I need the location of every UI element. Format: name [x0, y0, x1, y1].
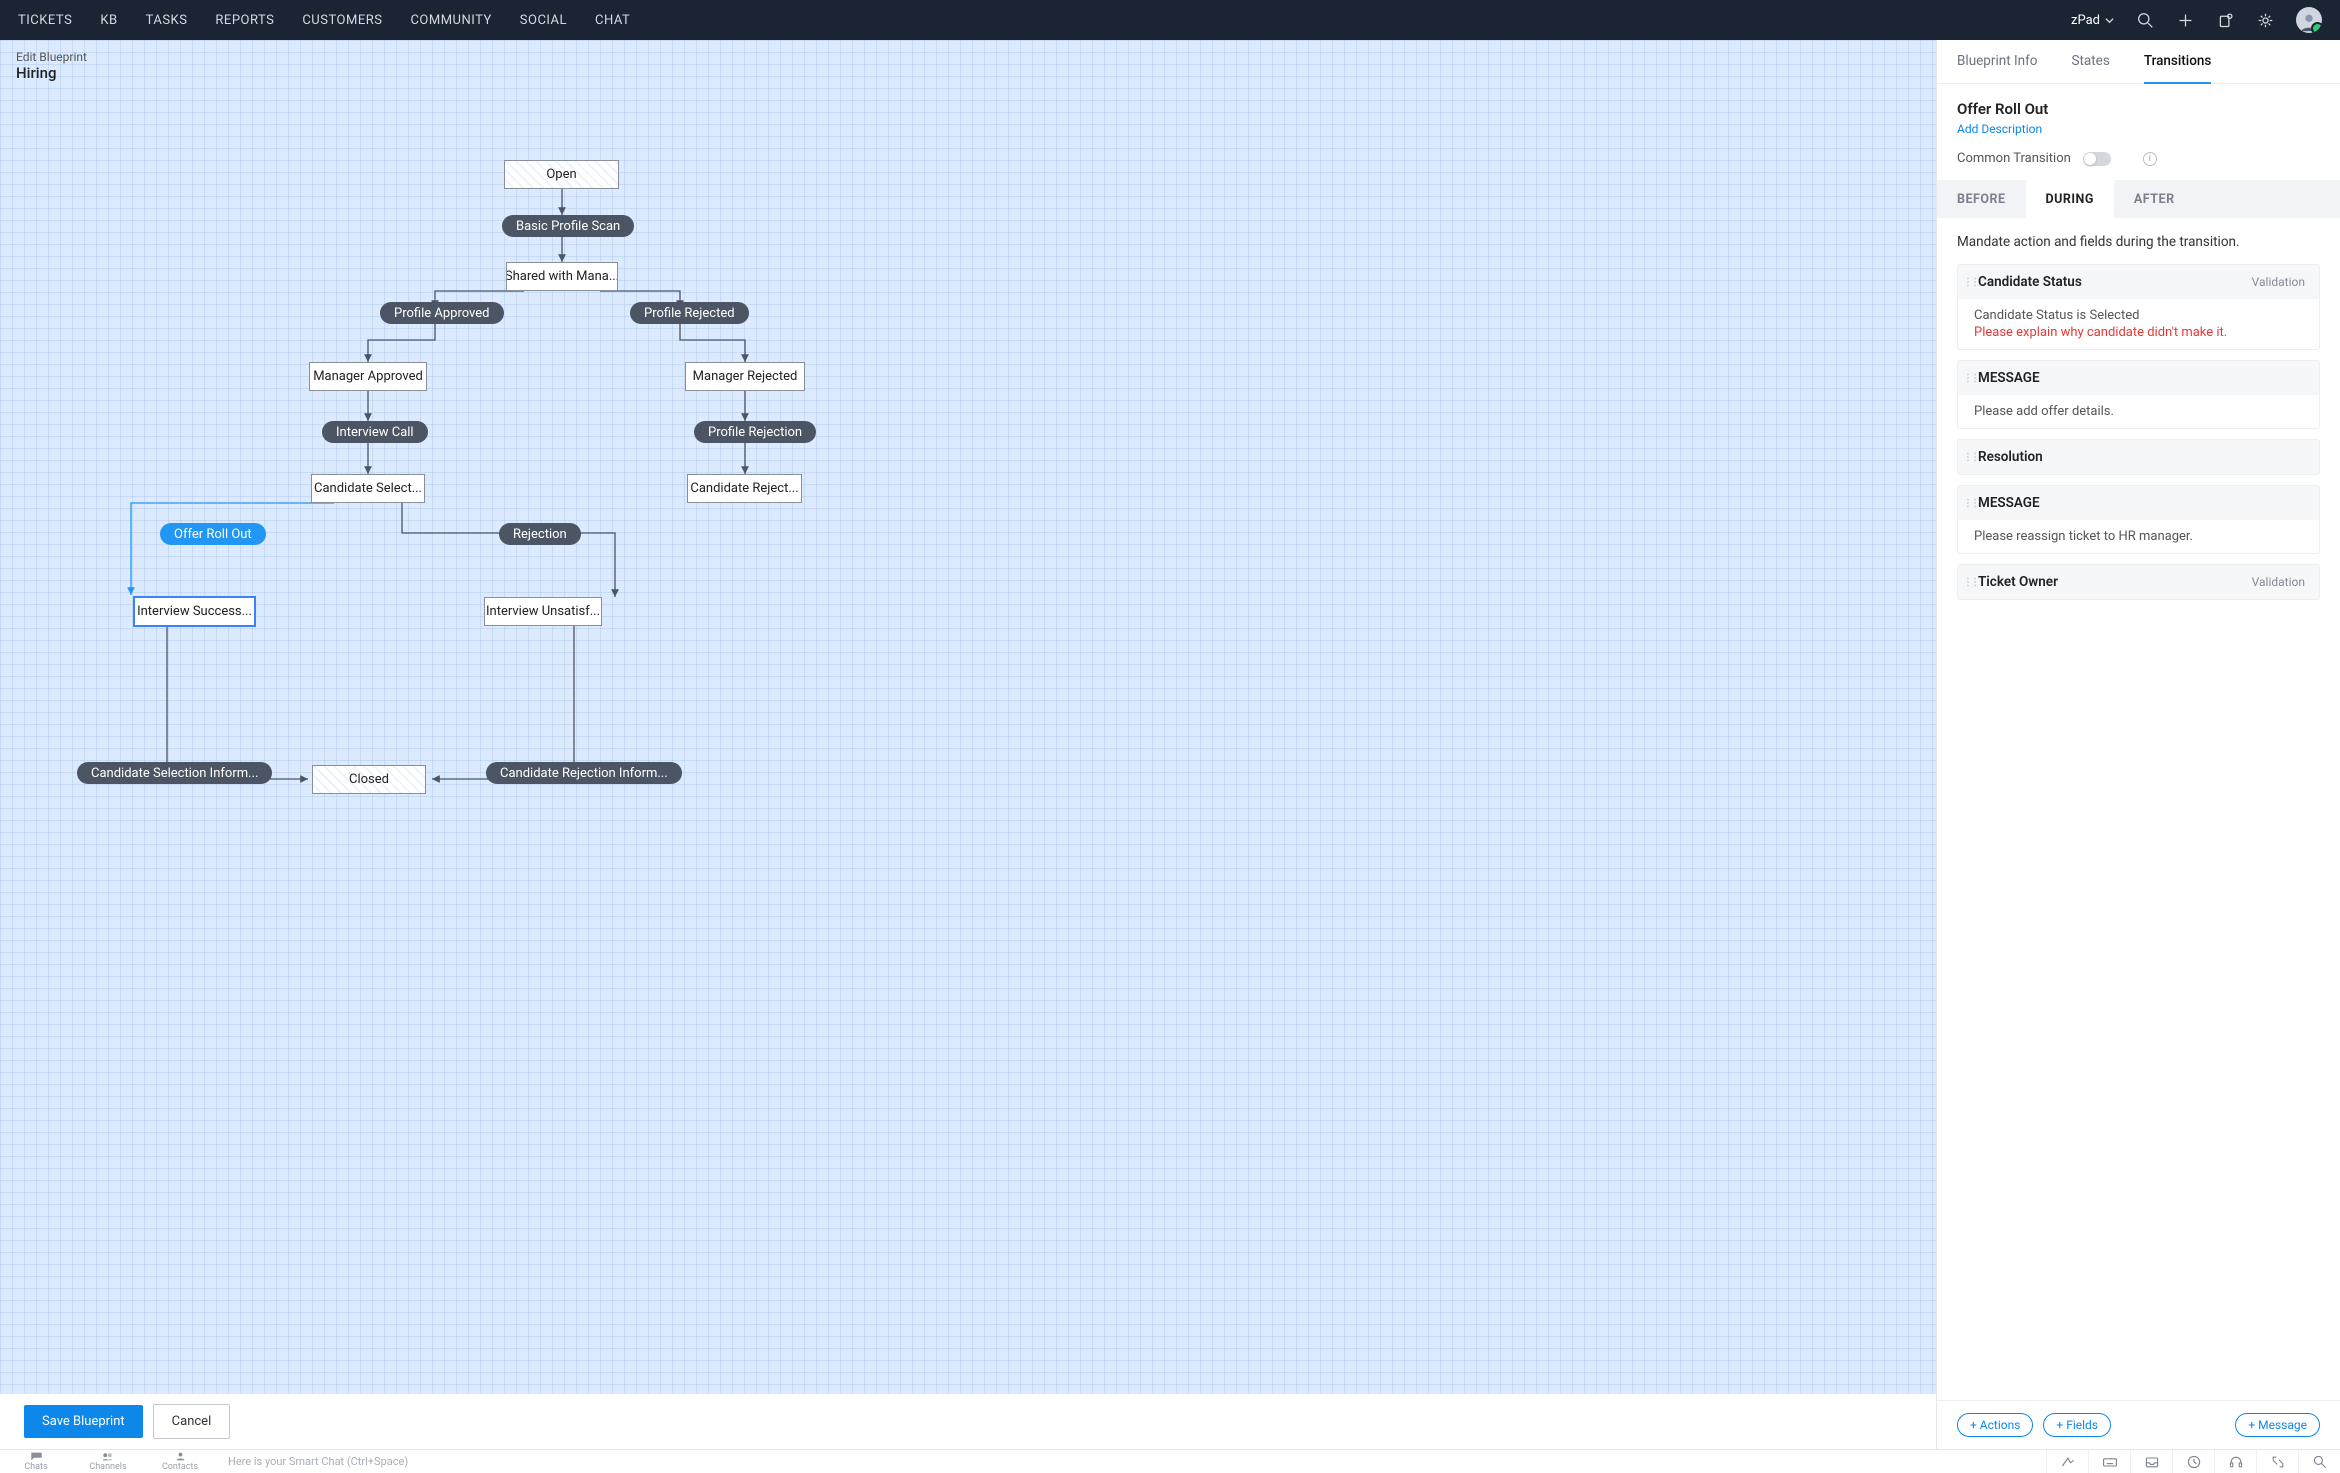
inbox-icon[interactable]: [2130, 1450, 2172, 1473]
state-interview-unsat[interactable]: Interview Unsatisf...: [484, 597, 602, 626]
top-navbar: TICKETS KB TASKS REPORTS CUSTOMERS COMMU…: [0, 0, 2340, 40]
nav-reports[interactable]: REPORTS: [215, 13, 274, 28]
transition-candidate-rejection-inform[interactable]: Candidate Rejection Inform...: [486, 762, 682, 784]
workspace-name: zPad: [2071, 13, 2100, 28]
plus-icon[interactable]: [2176, 11, 2194, 29]
flow-edges: [0, 40, 975, 840]
blueprint-canvas[interactable]: Edit Blueprint Hiring: [0, 40, 1936, 1449]
add-description-link[interactable]: Add Description: [1957, 122, 2042, 136]
user-avatar[interactable]: [2296, 7, 2322, 33]
breadcrumb: Edit Blueprint: [16, 50, 87, 64]
transition-interview-call[interactable]: Interview Call: [322, 421, 428, 443]
nav-tickets[interactable]: TICKETS: [18, 13, 72, 28]
state-open[interactable]: Open: [504, 160, 619, 189]
transition-profile-rejected[interactable]: Profile Rejected: [630, 302, 749, 324]
panel-title: Offer Roll Out: [1957, 100, 2320, 118]
transition-offer-roll-out[interactable]: Offer Roll Out: [160, 523, 266, 545]
field-card-message-2[interactable]: MESSAGE Please reassign ticket to HR man…: [1957, 485, 2320, 554]
gear-icon[interactable]: [2256, 11, 2274, 29]
chevron-down-icon: [2105, 16, 2114, 25]
bottombar-chats[interactable]: Chats: [0, 1450, 72, 1473]
transition-profile-approved[interactable]: Profile Approved: [380, 302, 504, 324]
tab-blueprint-info[interactable]: Blueprint Info: [1957, 40, 2037, 84]
search-bottom-icon[interactable]: [2298, 1450, 2340, 1473]
subtab-after[interactable]: AFTER: [2114, 180, 2195, 218]
info-icon[interactable]: i: [2143, 152, 2157, 166]
keyboard-icon[interactable]: [2088, 1450, 2130, 1473]
state-shared-with-manager[interactable]: Shared with Mana...: [506, 262, 618, 291]
notifications-icon[interactable]: [2216, 11, 2234, 29]
nav-customers[interactable]: CUSTOMERS: [302, 13, 382, 28]
tab-transitions[interactable]: Transitions: [2144, 40, 2212, 84]
transition-rejection[interactable]: Rejection: [499, 523, 581, 545]
right-panel: Blueprint Info States Transitions Offer …: [1936, 40, 2340, 1449]
cancel-button[interactable]: Cancel: [153, 1404, 231, 1439]
search-icon[interactable]: [2136, 11, 2154, 29]
transition-profile-rejection[interactable]: Profile Rejection: [694, 421, 816, 443]
bottom-bar: Chats Channels Contacts Here is your Sma…: [0, 1449, 2340, 1473]
blueprint-title: Hiring: [16, 64, 87, 82]
state-candidate-select[interactable]: Candidate Select...: [311, 474, 425, 503]
add-actions-button[interactable]: + Actions: [1957, 1413, 2033, 1437]
field-card-message-1[interactable]: MESSAGE Please add offer details.: [1957, 360, 2320, 429]
nav-chat[interactable]: CHAT: [595, 13, 630, 28]
state-candidate-reject[interactable]: Candidate Reject...: [687, 474, 802, 503]
subtab-during[interactable]: DURING: [2026, 180, 2114, 218]
field-card-ticket-owner[interactable]: Ticket OwnerValidation: [1957, 564, 2320, 600]
field-card-candidate-status[interactable]: Candidate StatusValidation Candidate Sta…: [1957, 264, 2320, 350]
state-manager-approved[interactable]: Manager Approved: [309, 362, 427, 391]
state-closed[interactable]: Closed: [312, 765, 426, 794]
state-interview-success[interactable]: Interview Success...: [134, 597, 255, 626]
transition-candidate-selection-inform[interactable]: Candidate Selection Inform...: [77, 762, 272, 784]
transition-basic-profile-scan[interactable]: Basic Profile Scan: [502, 215, 634, 237]
zia-icon[interactable]: [2046, 1450, 2088, 1473]
workspace-selector[interactable]: zPad: [2071, 13, 2114, 28]
common-transition-toggle[interactable]: [2083, 152, 2111, 166]
nav-community[interactable]: COMMUNITY: [410, 13, 491, 28]
clock-icon[interactable]: [2172, 1450, 2214, 1473]
canvas-actions-bar: Save Blueprint Cancel: [0, 1393, 1936, 1449]
save-blueprint-button[interactable]: Save Blueprint: [24, 1405, 143, 1438]
add-fields-button[interactable]: + Fields: [2043, 1413, 2111, 1437]
bottombar-contacts[interactable]: Contacts: [144, 1450, 216, 1473]
state-manager-rejected[interactable]: Manager Rejected: [685, 362, 805, 391]
mandate-text: Mandate action and fields during the tra…: [1957, 234, 2320, 250]
field-card-resolution[interactable]: Resolution: [1957, 439, 2320, 475]
nav-kb[interactable]: KB: [100, 13, 117, 28]
smart-chat-input[interactable]: Here is your Smart Chat (Ctrl+Space): [216, 1455, 2046, 1468]
tab-states[interactable]: States: [2071, 40, 2109, 84]
common-transition-label: Common Transition: [1957, 151, 2071, 166]
nav-tasks[interactable]: TASKS: [146, 13, 188, 28]
subtab-before[interactable]: BEFORE: [1937, 180, 2026, 218]
headset-icon[interactable]: [2214, 1450, 2256, 1473]
nav-social[interactable]: SOCIAL: [520, 13, 567, 28]
expand-icon[interactable]: [2256, 1450, 2298, 1473]
bottombar-channels[interactable]: Channels: [72, 1450, 144, 1473]
add-message-button[interactable]: + Message: [2235, 1413, 2320, 1437]
